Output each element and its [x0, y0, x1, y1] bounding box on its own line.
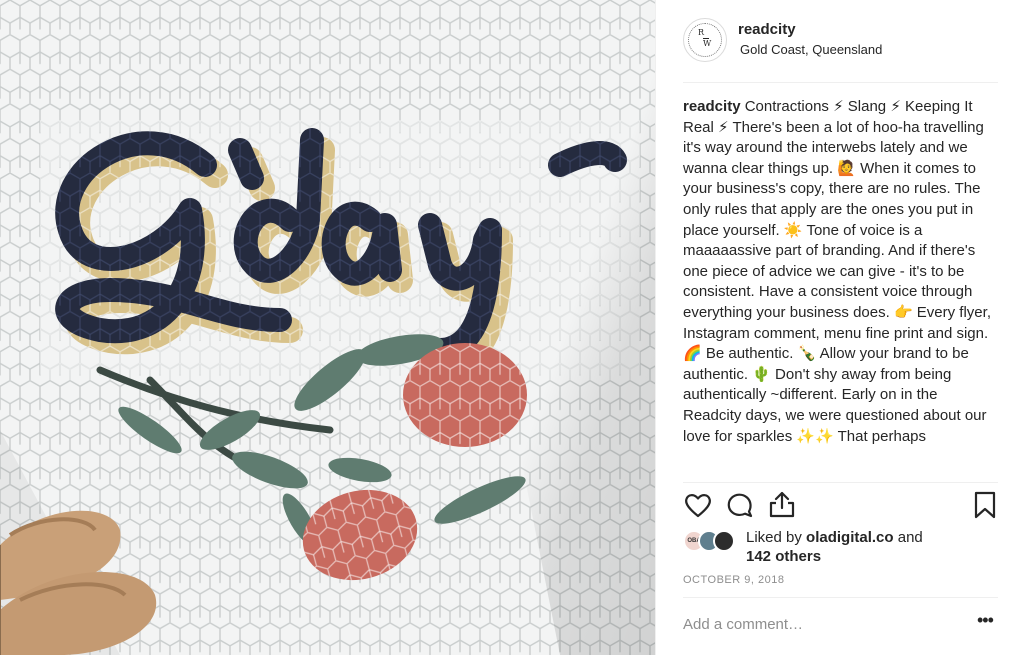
liker-username-link[interactable]: oladigital.co	[806, 529, 894, 546]
likes-and: and	[893, 529, 923, 546]
caption-scroll[interactable]: readcity Contractions ⚡ Slang ⚡ Keeping …	[683, 97, 998, 480]
comment-icon	[727, 493, 753, 518]
heart-icon	[685, 494, 711, 518]
save-button[interactable]	[970, 490, 1000, 520]
logo-letter-w: W	[703, 39, 712, 48]
share-button[interactable]	[767, 490, 797, 520]
post-header: R W readcity Gold Coast, Queensland	[683, 16, 998, 64]
post-photo[interactable]	[0, 0, 655, 655]
bookmark-icon	[974, 491, 996, 519]
like-button[interactable]	[683, 490, 713, 520]
action-bar	[683, 490, 998, 522]
logo-letter-r: R	[698, 28, 705, 37]
caption: readcity Contractions ⚡ Slang ⚡ Keeping …	[683, 97, 998, 447]
post-sidebar: R W readcity Gold Coast, Queensland read…	[655, 0, 1024, 655]
more-options-button[interactable]: •••	[977, 611, 994, 629]
likes-prefix: Liked by	[746, 529, 807, 546]
likes-section: OBA Liked by oladigital.co and 142 other…	[683, 528, 998, 568]
avatar	[713, 530, 735, 552]
divider	[683, 482, 998, 483]
comment-button[interactable]	[725, 490, 755, 520]
divider	[683, 82, 998, 83]
location-link[interactable]: Gold Coast, Queensland	[740, 42, 882, 57]
likes-others-link[interactable]: 142 others	[746, 548, 821, 565]
mosaic-image	[0, 0, 655, 655]
avatar[interactable]: R W	[683, 18, 727, 62]
likes-text: Liked by oladigital.co and 142 others	[746, 528, 923, 566]
share-icon	[769, 491, 795, 518]
divider	[683, 597, 998, 598]
caption-text: Contractions ⚡ Slang ⚡ Keeping It Real ⚡…	[683, 98, 991, 445]
comment-input[interactable]	[683, 612, 953, 636]
liker-avatars[interactable]: OBA	[683, 530, 743, 554]
caption-username[interactable]: readcity	[683, 98, 741, 115]
post-date[interactable]: OCTOBER 9, 2018	[683, 574, 784, 586]
username-link[interactable]: readcity	[738, 21, 796, 38]
